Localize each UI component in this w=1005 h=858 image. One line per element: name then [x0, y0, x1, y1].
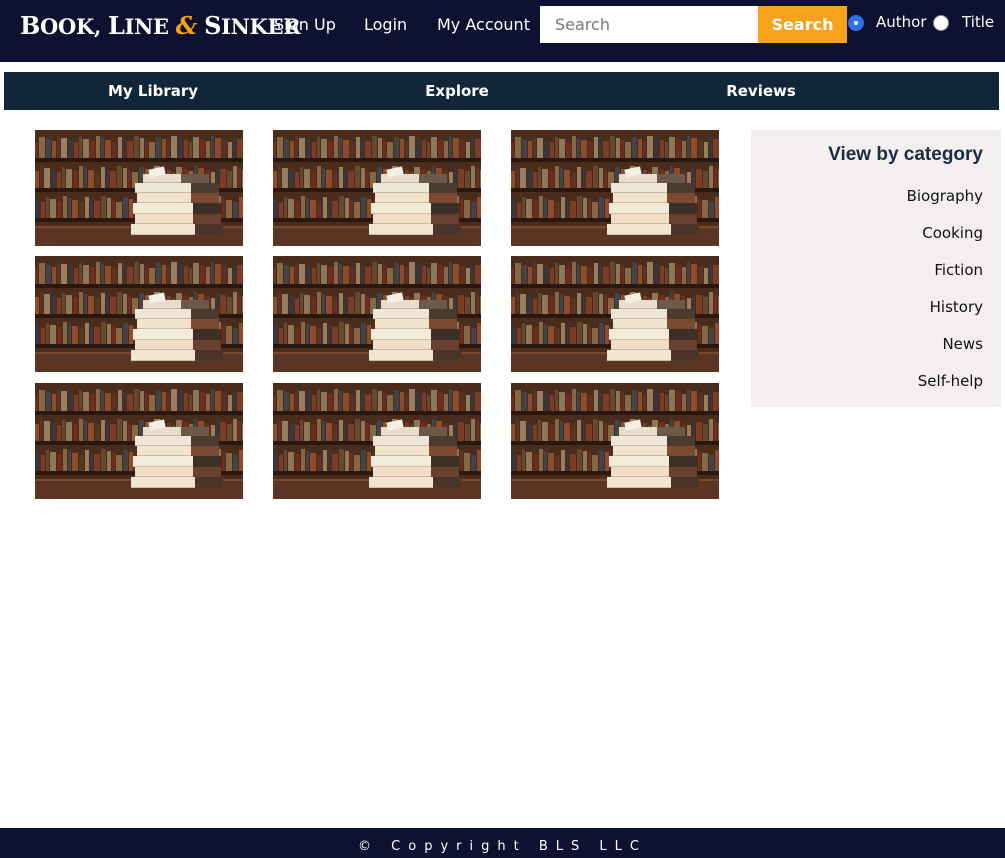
- sidebar-title: View by category: [828, 144, 983, 165]
- author-radio-label: Author: [876, 13, 927, 31]
- category-link-biography[interactable]: Biography: [907, 187, 983, 205]
- category-link-fiction[interactable]: Fiction: [934, 261, 983, 279]
- search-button[interactable]: Search: [758, 6, 847, 43]
- category-link-news[interactable]: News: [942, 335, 983, 353]
- book-thumbnail[interactable]: [511, 130, 719, 246]
- book-thumbnail[interactable]: [273, 256, 481, 372]
- book-thumbnail[interactable]: [35, 383, 243, 499]
- category-link-self-help[interactable]: Self-help: [918, 372, 983, 390]
- category-sidebar: View by category Biography Cooking Ficti…: [751, 130, 1001, 407]
- site-logo[interactable]: BOOK, LINE & SINKER: [20, 11, 301, 40]
- category-link-history[interactable]: History: [930, 298, 983, 316]
- main-tab-bar: My Library Explore Reviews: [4, 72, 999, 110]
- author-radio[interactable]: [848, 15, 864, 31]
- book-thumbnail[interactable]: [35, 256, 243, 372]
- page-footer: © Copyright BLS LLC: [0, 828, 1005, 858]
- tab-reviews[interactable]: Reviews: [612, 72, 910, 110]
- search-input[interactable]: [540, 6, 758, 43]
- book-thumbnail[interactable]: [273, 383, 481, 499]
- tab-explore[interactable]: Explore: [302, 72, 612, 110]
- book-thumbnail[interactable]: [273, 130, 481, 246]
- copyright-text: © Copyright BLS LLC: [358, 839, 647, 854]
- my-account-link[interactable]: My Account: [437, 15, 530, 34]
- category-link-cooking[interactable]: Cooking: [922, 224, 983, 242]
- sign-up-link[interactable]: Sign Up: [274, 15, 336, 34]
- book-thumbnail[interactable]: [511, 256, 719, 372]
- top-header: BOOK, LINE & SINKER Sign Up Login My Acc…: [0, 0, 1005, 62]
- book-thumbnail[interactable]: [511, 383, 719, 499]
- title-radio[interactable]: [933, 15, 949, 31]
- tab-my-library[interactable]: My Library: [4, 72, 302, 110]
- login-link[interactable]: Login: [364, 15, 407, 34]
- title-radio-label: Title: [962, 13, 995, 31]
- book-thumbnail[interactable]: [35, 130, 243, 246]
